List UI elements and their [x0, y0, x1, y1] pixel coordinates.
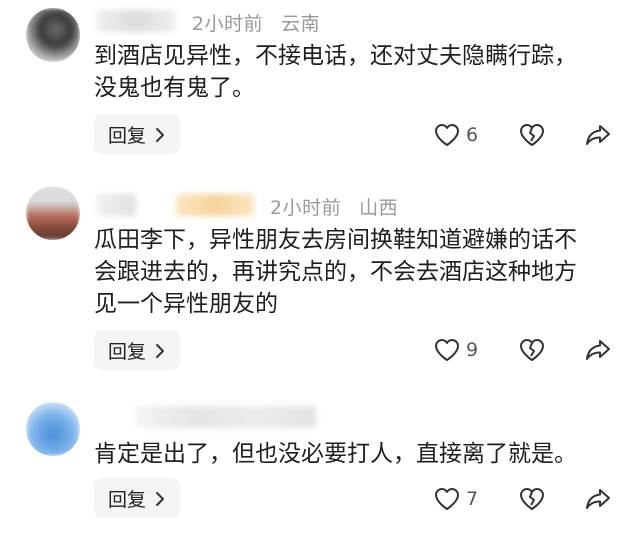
share-button[interactable]: [584, 484, 612, 514]
dislike-button[interactable]: [519, 484, 545, 514]
broken-heart-icon: [519, 487, 545, 511]
comment-item-3: 肯定是出了，但也没必要打人，直接离了就是。 回复 7: [0, 0, 640, 538]
heart-icon: [434, 487, 460, 511]
like-count: 7: [466, 488, 479, 510]
comment-text-line: 肯定是出了，但也没必要打人，直接离了就是。: [94, 441, 577, 467]
comment-actions: 7: [0, 484, 640, 514]
comment-meta: [96, 402, 616, 432]
share-arrow-icon: [584, 487, 612, 511]
username[interactable]: [136, 406, 316, 428]
avatar[interactable]: [26, 402, 80, 456]
comment-text: 肯定是出了，但也没必要打人，直接离了就是。: [94, 438, 614, 470]
like-button[interactable]: 7: [434, 484, 478, 514]
